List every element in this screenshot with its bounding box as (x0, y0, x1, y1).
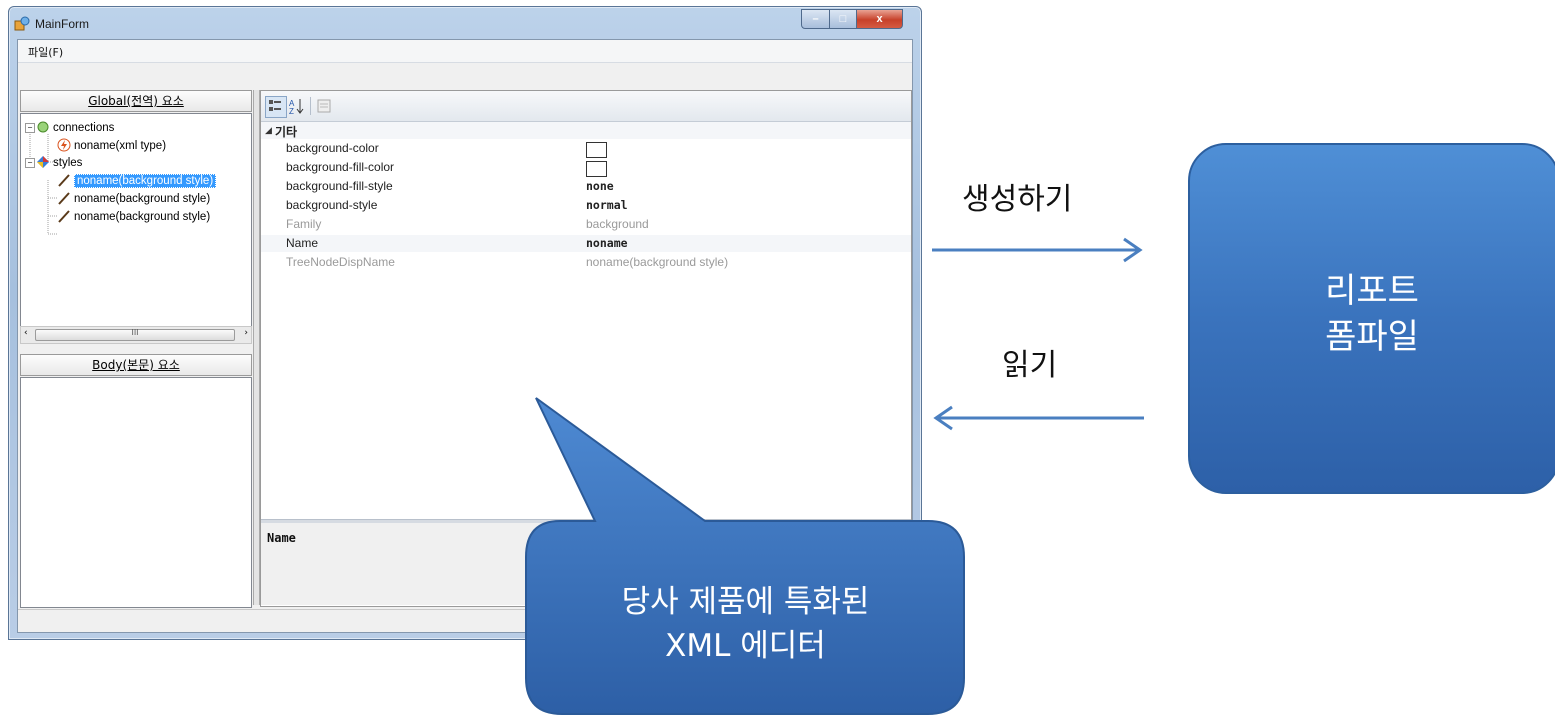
editor-callout-text: 당사 제품에 특화된 XML 에디터 (527, 580, 964, 668)
callout-line2: XML 에디터 (665, 628, 826, 664)
callout-line1: 당사 제품에 특화된 (621, 584, 870, 620)
